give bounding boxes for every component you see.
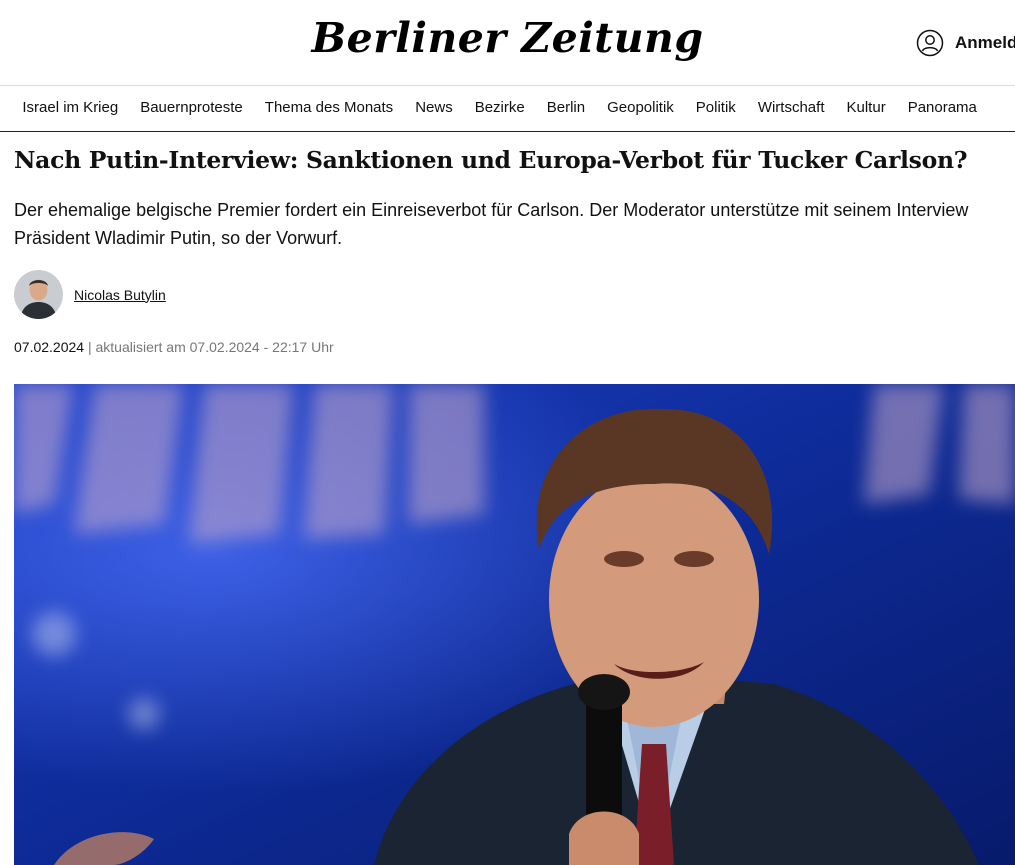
nav-item-news[interactable]: News: [415, 99, 453, 116]
login-button[interactable]: Anmeld: [916, 28, 1015, 58]
nav-item-wirtschaft[interactable]: Wirtschaft: [758, 99, 825, 116]
author-name-link[interactable]: Nicolas Butylin: [74, 287, 166, 303]
author-byline: Nicolas Butylin: [14, 270, 166, 319]
date-separator: |: [87, 339, 92, 355]
nav-item-thema-des-monats[interactable]: Thema des Monats: [265, 99, 393, 116]
nav-list: e Israel im Krieg Bauernproteste Thema d…: [0, 99, 999, 116]
publish-date: 07.02.2024: [14, 339, 85, 355]
masthead: Berliner Zeitung Anmeld: [0, 0, 1015, 86]
nav-item-geopolitik[interactable]: Geopolitik: [607, 99, 674, 116]
login-label: Anmeld: [955, 33, 1015, 52]
article-headline: Nach Putin-Interview: Sanktionen und Eur…: [14, 146, 968, 174]
article-dateline: 07.02.2024 | aktualisiert am 07.02.2024 …: [14, 339, 334, 355]
nav-item-bezirke[interactable]: Bezirke: [475, 99, 525, 116]
nav-item-panorama[interactable]: Panorama: [908, 99, 977, 116]
user-circle-icon: [916, 29, 944, 57]
nav-item-berlin[interactable]: Berlin: [547, 99, 585, 116]
nav-item-bauernproteste[interactable]: Bauernproteste: [140, 99, 243, 116]
hero-image: [14, 384, 1015, 865]
site-logo[interactable]: Berliner Zeitung: [0, 14, 1015, 62]
author-avatar[interactable]: [14, 270, 63, 319]
nav-item-kultur[interactable]: Kultur: [847, 99, 886, 116]
nav-item-israel-im-krieg[interactable]: Israel im Krieg: [22, 99, 118, 116]
updated-date: aktualisiert am 07.02.2024 - 22:17 Uhr: [95, 339, 334, 355]
main-nav: e Israel im Krieg Bauernproteste Thema d…: [0, 86, 1015, 132]
nav-item-politik[interactable]: Politik: [696, 99, 736, 116]
article-teaser: Der ehemalige belgische Premier fordert …: [14, 200, 969, 248]
